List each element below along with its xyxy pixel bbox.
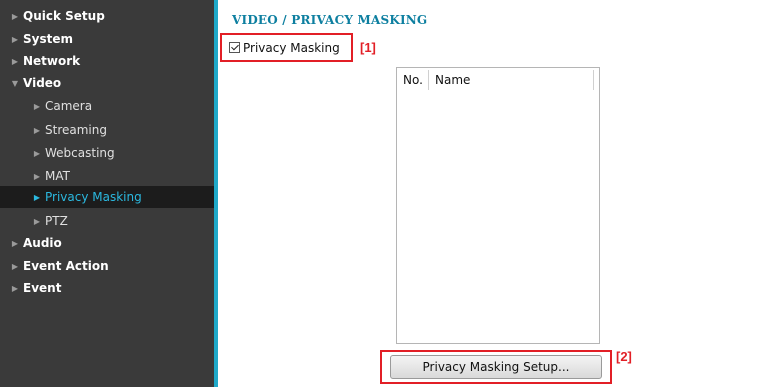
column-divider xyxy=(593,70,594,90)
sidebar-item-webcasting[interactable]: ▶ Webcasting xyxy=(0,142,214,164)
setup-button-highlight: Privacy Masking Setup... xyxy=(380,350,612,384)
sidebar-item-ptz[interactable]: ▶ PTZ xyxy=(0,210,214,232)
sidebar-item-label: Camera xyxy=(45,99,93,113)
expand-arrow-icon: ▶ xyxy=(11,56,19,66)
sidebar-item-video[interactable]: ▼ Video xyxy=(0,72,214,94)
sidebar-item-label: Event xyxy=(23,281,62,295)
sidebar-item-label: Privacy Masking xyxy=(45,190,142,204)
sidebar-nav: ▶ Quick Setup ▶ System ▶ Network ▼ Video… xyxy=(0,0,214,387)
sidebar-item-event-action[interactable]: ▶ Event Action xyxy=(0,255,214,277)
sidebar-item-label: Quick Setup xyxy=(23,9,105,23)
annotation-marker-2: [2] xyxy=(616,349,632,364)
sidebar-item-label: Streaming xyxy=(45,123,107,137)
sidebar-item-label: Network xyxy=(23,54,81,68)
expand-arrow-icon: ▶ xyxy=(11,11,19,21)
expand-arrow-icon: ▶ xyxy=(11,283,19,293)
expand-arrow-icon: ▶ xyxy=(11,34,19,44)
annotation-marker-1: [1] xyxy=(360,40,376,55)
sidebar-item-label: System xyxy=(23,32,73,46)
collapse-arrow-icon: ▼ xyxy=(11,78,19,88)
expand-arrow-icon: ▶ xyxy=(33,148,41,158)
sidebar-item-label: Event Action xyxy=(23,259,109,273)
sidebar-item-privacy-masking[interactable]: ▶ Privacy Masking xyxy=(0,186,214,208)
page-title: VIDEO / PRIVACY MASKING xyxy=(232,13,428,27)
sidebar-item-event[interactable]: ▶ Event xyxy=(0,277,214,299)
expand-arrow-icon: ▶ xyxy=(33,171,41,181)
sidebar-item-label: Webcasting xyxy=(45,146,115,160)
sidebar-item-mat[interactable]: ▶ MAT xyxy=(0,165,214,187)
sidebar-item-label: MAT xyxy=(45,169,70,183)
privacy-masking-setup-button[interactable]: Privacy Masking Setup... xyxy=(390,355,602,379)
privacy-masking-toggle[interactable]: Privacy Masking xyxy=(220,33,353,62)
expand-arrow-icon: ▶ xyxy=(33,101,41,111)
sidebar-item-label: Audio xyxy=(23,236,62,250)
expand-arrow-icon: ▶ xyxy=(33,192,41,202)
sidebar-item-audio[interactable]: ▶ Audio xyxy=(0,232,214,254)
privacy-masking-checkbox[interactable] xyxy=(229,42,240,53)
expand-arrow-icon: ▶ xyxy=(33,125,41,135)
sidebar-item-camera[interactable]: ▶ Camera xyxy=(0,95,214,117)
sidebar-item-streaming[interactable]: ▶ Streaming xyxy=(0,119,214,141)
column-header-name[interactable]: Name xyxy=(429,70,470,90)
sidebar-item-system[interactable]: ▶ System xyxy=(0,28,214,50)
expand-arrow-icon: ▶ xyxy=(11,238,19,248)
expand-arrow-icon: ▶ xyxy=(33,216,41,226)
privacy-mask-list[interactable]: No. Name xyxy=(396,67,600,344)
privacy-masking-checkbox-label[interactable]: Privacy Masking xyxy=(243,41,340,55)
mask-list-header: No. Name xyxy=(397,68,599,92)
sidebar-item-network[interactable]: ▶ Network xyxy=(0,50,214,72)
expand-arrow-icon: ▶ xyxy=(11,261,19,271)
sidebar-accent-bar xyxy=(214,0,218,387)
sidebar-item-quick-setup[interactable]: ▶ Quick Setup xyxy=(0,5,214,27)
sidebar-item-label: PTZ xyxy=(45,214,68,228)
column-header-no[interactable]: No. xyxy=(397,70,429,90)
sidebar-item-label: Video xyxy=(23,76,62,90)
